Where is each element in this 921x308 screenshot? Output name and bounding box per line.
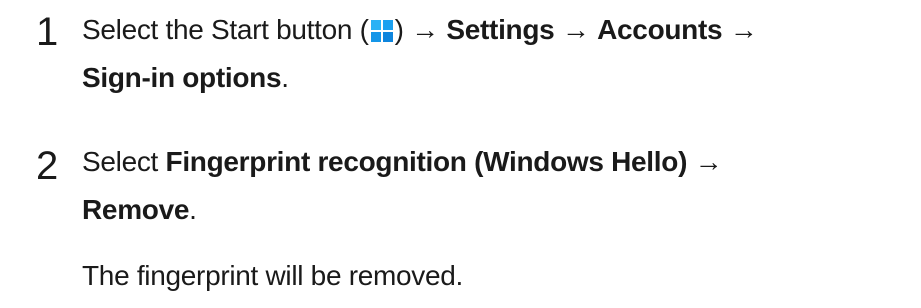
step-line: Select the Start button () → Settings → …	[82, 6, 911, 54]
menu-path-remove: Remove	[82, 194, 190, 225]
instruction-page: 1 Select the Start button () → Settings …	[0, 0, 921, 308]
step-text: Select Fingerprint recognition (Windows …	[82, 138, 911, 234]
windows-start-icon	[370, 20, 393, 42]
step-line: Sign-in options.	[82, 54, 911, 102]
arrow-separator: →	[694, 146, 723, 177]
menu-path-accounts: Accounts	[597, 14, 723, 45]
step-number: 1	[36, 10, 59, 54]
step-line: Select Fingerprint recognition (Windows …	[82, 138, 911, 186]
menu-path-settings: Settings	[446, 14, 555, 45]
instruction-text: ) →	[394, 14, 440, 45]
step-number: 2	[36, 144, 59, 188]
instruction-text: Select the Start button (	[82, 14, 369, 45]
instruction-text: Select	[82, 146, 159, 177]
period: .	[189, 194, 197, 225]
period: .	[281, 62, 289, 93]
arrow-separator: →	[729, 14, 758, 45]
menu-path-fingerprint-recognition: Fingerprint recognition (Windows Hello)	[165, 146, 688, 177]
step-text: Select the Start button () → Settings → …	[82, 6, 911, 102]
result-text: The fingerprint will be removed.	[82, 260, 464, 291]
arrow-separator: →	[561, 14, 590, 45]
menu-path-sign-in-options: Sign-in options	[82, 62, 282, 93]
step-line: Remove.	[82, 186, 911, 234]
